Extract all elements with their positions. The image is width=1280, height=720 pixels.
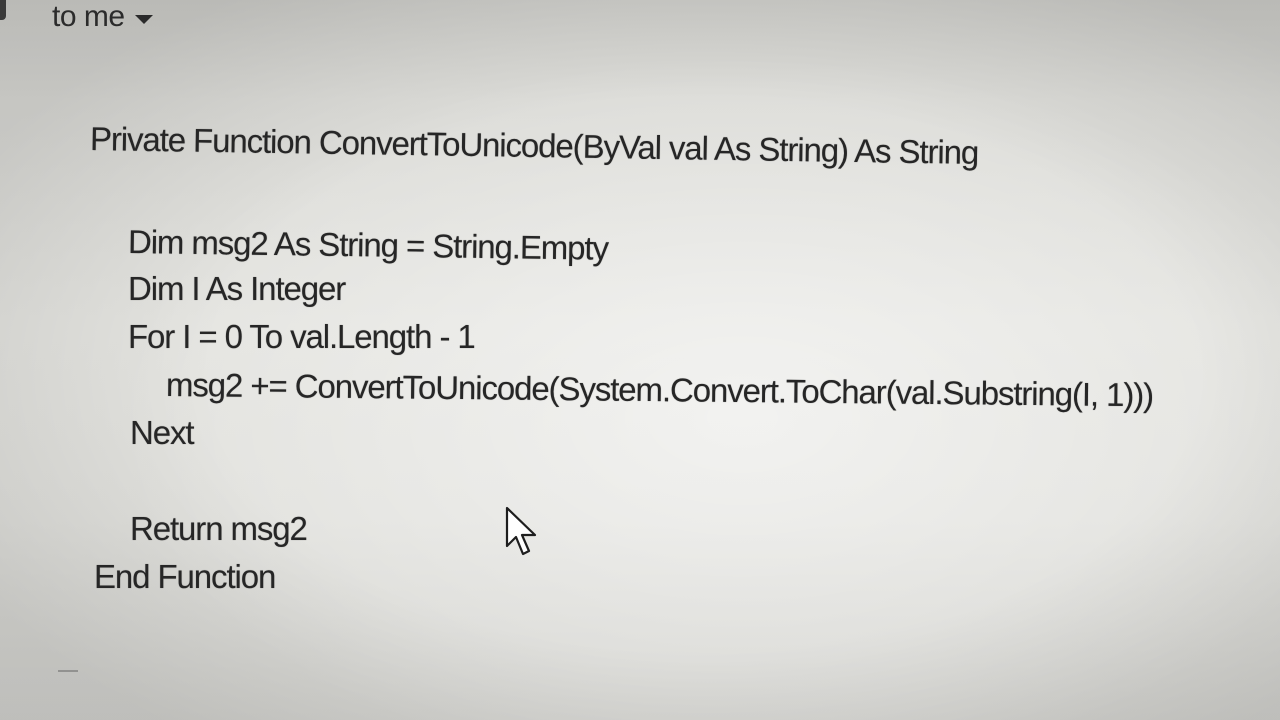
email-message-body: Private Function ConvertToUnicode(ByVal … bbox=[0, 0, 1280, 720]
code-line: Private Function ConvertToUnicode(ByVal … bbox=[89, 120, 979, 171]
code-line: For I = 0 To val.Length - 1 bbox=[128, 318, 476, 355]
code-line: Return msg2 bbox=[130, 510, 308, 547]
mouse-pointer-icon bbox=[505, 506, 537, 556]
signature-separator bbox=[58, 670, 78, 672]
code-line: msg2 += ConvertToUnicode(System.Convert.… bbox=[165, 366, 1154, 414]
code-line: End Function bbox=[94, 558, 276, 595]
code-line: Dim msg2 As String = String.Empty bbox=[127, 223, 609, 267]
code-line: Dim I As Integer bbox=[128, 270, 346, 307]
code-line: Next bbox=[130, 414, 195, 451]
